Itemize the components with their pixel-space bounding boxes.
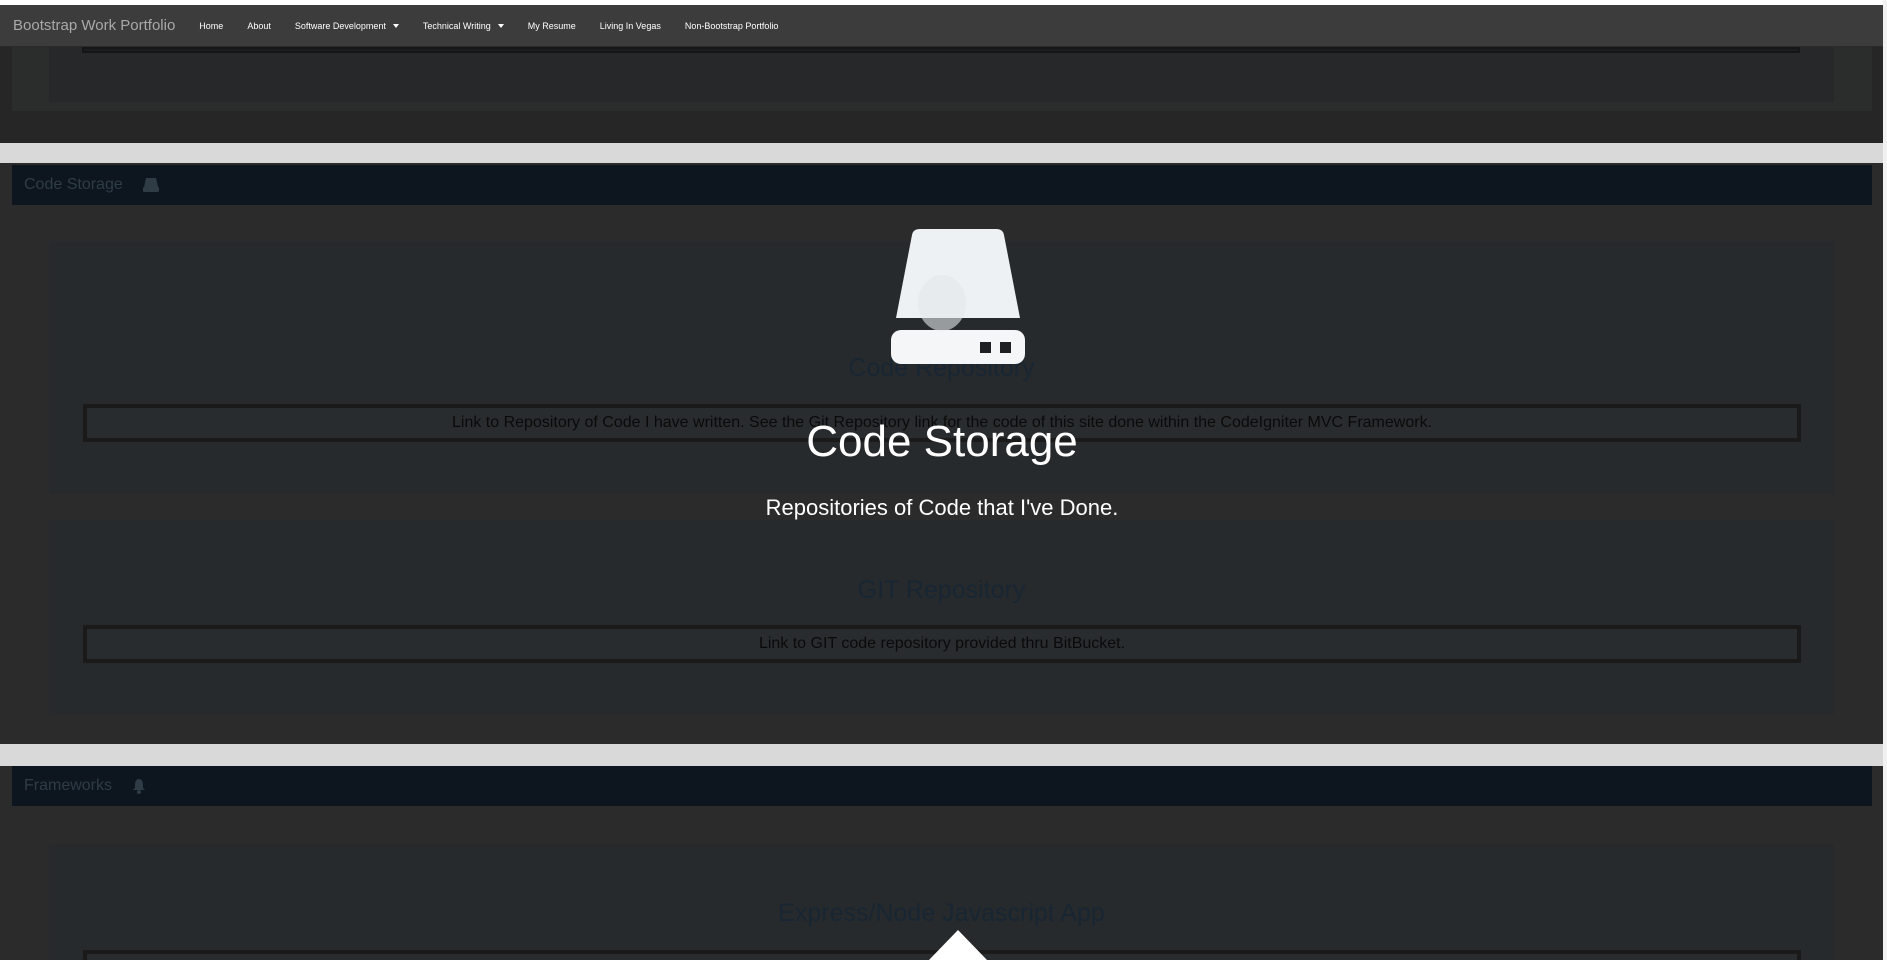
nav-living-in-vegas-label: Living In Vegas	[599, 20, 661, 31]
code-storage-header-title: Code Storage	[24, 176, 123, 193]
nav-technical-writing-dropdown[interactable]: Technical Writing	[411, 21, 516, 31]
hard-drive-icon	[891, 229, 1025, 364]
overlay-subtitle: Repositories of Code that I've Done.	[765, 495, 1119, 520]
frameworks-header-title: Frameworks	[24, 777, 113, 794]
express-node-title: Express/Node Javascript App	[778, 899, 1105, 927]
git-repository-title: GIT Repository	[857, 576, 1026, 604]
code-storage-header: Code Storage	[12, 165, 1872, 205]
scrollbar[interactable]	[1883, 0, 1887, 960]
scroll-up-arrow-icon[interactable]	[929, 930, 987, 960]
nav-about[interactable]: About	[235, 21, 283, 31]
git-repository-text: Link to GIT code repository provided thr…	[758, 635, 1126, 652]
nav-my-resume-label: My Resume	[527, 20, 576, 31]
overlay-title: Code Storage	[806, 417, 1078, 466]
nav-home-label: Home	[199, 20, 224, 31]
nav-non-bootstrap-portfolio[interactable]: Non-Bootstrap Portfolio	[673, 21, 791, 31]
previous-section	[0, 47, 1884, 143]
caret-down-icon	[392, 23, 399, 28]
navbar-brand[interactable]: Bootstrap Work Portfolio	[13, 17, 175, 34]
previous-text-box	[82, 47, 1800, 53]
nav-technical-writing-label: Technical Writing	[422, 20, 491, 31]
git-repository-panel: GIT Repository Link to GIT code reposito…	[49, 520, 1834, 715]
nav-software-development-dropdown[interactable]: Software Development	[283, 21, 411, 31]
nav-about-label: About	[247, 20, 271, 31]
previous-panel	[49, 47, 1834, 102]
caret-down-icon	[497, 23, 504, 28]
hard-drive-icon	[142, 178, 159, 192]
nav-software-development-label: Software Development	[294, 20, 386, 31]
nav-non-bootstrap-portfolio-label: Non-Bootstrap Portfolio	[684, 20, 779, 31]
bell-icon	[133, 778, 146, 794]
nav-home[interactable]: Home	[187, 21, 235, 31]
nav-my-resume[interactable]: My Resume	[516, 21, 588, 31]
top-navbar: Bootstrap Work Portfolio Home About Soft…	[0, 5, 1884, 47]
frameworks-header: Frameworks	[12, 766, 1872, 806]
git-repository-link-box[interactable]: Link to GIT code repository provided thr…	[83, 625, 1801, 663]
nav-living-in-vegas[interactable]: Living In Vegas	[588, 21, 673, 31]
